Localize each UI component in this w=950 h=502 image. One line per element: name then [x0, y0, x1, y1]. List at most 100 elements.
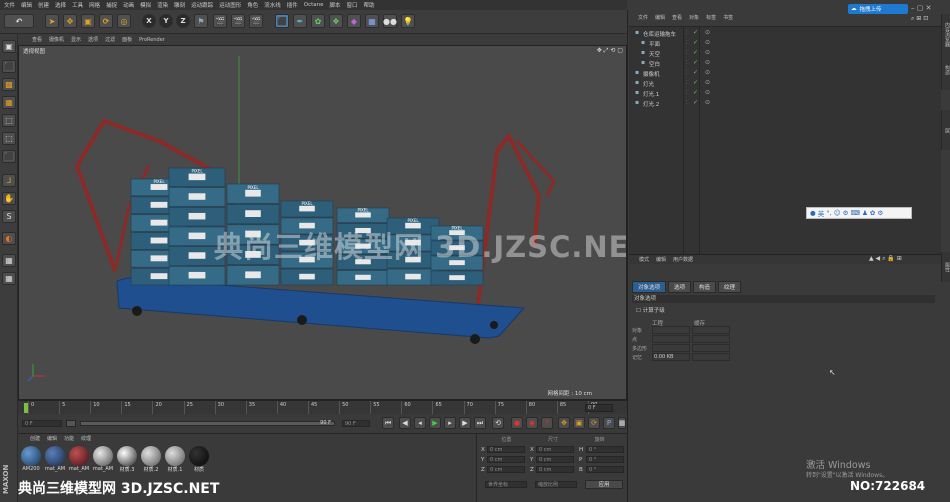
record-key-button[interactable]: ● — [511, 417, 523, 429]
toolbox-icon[interactable]: ⚙ — [877, 209, 883, 217]
param-key-button[interactable]: P — [603, 417, 615, 429]
material-swatch[interactable]: mat_AM — [44, 446, 66, 478]
skin-icon[interactable]: ✿ — [870, 209, 875, 217]
material-menu-item[interactable]: 功能 — [64, 435, 74, 443]
ime-toolbar[interactable]: ● 英 °, ☺ ⚙ ⌨ ♟ ✿ ⚙ — [806, 207, 912, 219]
side-tab[interactable]: 内容浏览器 — [941, 14, 950, 54]
material-ball[interactable] — [117, 446, 137, 466]
object-menu-item[interactable]: 编辑 — [655, 14, 665, 22]
rotate-tool-button[interactable]: ⟳ — [99, 14, 113, 28]
coord-rot-field[interactable]: 0 ° — [586, 466, 624, 473]
coord-rot-field[interactable]: 0 ° — [586, 446, 624, 453]
menu-item[interactable]: 插件 — [287, 1, 298, 9]
object-menu-item[interactable]: 对象 — [689, 14, 699, 22]
deformer-button[interactable]: ◆ — [347, 14, 361, 28]
attributes-nav[interactable]: ▲ ◀ ⌕ 🔒 ⊞ — [869, 255, 902, 263]
tag-icon[interactable]: ⊙ — [705, 89, 710, 96]
floor-button[interactable]: ▦ — [365, 14, 379, 28]
settings-icon[interactable]: ⚙ — [843, 209, 849, 217]
material-ball[interactable] — [69, 446, 89, 466]
attributes-tab[interactable]: 纹理 — [718, 281, 742, 293]
visibility-dots[interactable]: ⁚ — [686, 100, 688, 106]
menu-item[interactable]: 窗口 — [347, 1, 358, 9]
move-key-button[interactable]: ✥ — [558, 417, 570, 429]
light-button[interactable]: 💡 — [401, 14, 415, 28]
make-editable-button[interactable]: ▣ — [2, 40, 16, 53]
upload-button[interactable]: ☁ 拖拽上传 — [848, 4, 908, 14]
object-name[interactable]: 平面 — [649, 40, 660, 48]
tag-icon[interactable]: ⊙ — [705, 69, 710, 76]
timeline-end-field[interactable]: 0 F — [585, 404, 613, 412]
viewport-menu-item[interactable]: 显示 — [71, 36, 81, 43]
workplane-grid-button[interactable]: ▦ — [2, 254, 16, 267]
menu-item[interactable]: 创建 — [38, 1, 49, 9]
viewport-menu-item[interactable]: ProRender — [139, 37, 165, 43]
menu-item[interactable]: 帮助 — [364, 1, 375, 9]
menu-item[interactable]: 流水线 — [264, 1, 281, 9]
arrow-up-icon[interactable]: ▲ — [869, 255, 874, 262]
autokey-button[interactable]: ◉ — [526, 417, 538, 429]
enable-check-icon[interactable]: ✓ — [693, 89, 698, 96]
undo-button[interactable]: ↶ — [4, 14, 34, 28]
pla-key-button[interactable]: ▦ — [618, 417, 626, 429]
visibility-dots[interactable]: ⁚ — [686, 80, 688, 86]
x-axis-button[interactable]: X — [142, 14, 156, 28]
attributes-menu-item[interactable]: 模式 — [639, 256, 649, 263]
viewport-perspective[interactable]: 透视视图 ✥ ⤢ ⟲ ▢ PIXEL PIXEL PIXEL PIXEL PIXEL PI… — [18, 45, 627, 400]
material-ball[interactable] — [189, 446, 209, 466]
close-icon[interactable]: ✕ — [926, 4, 932, 12]
enable-check-icon[interactable]: ✓ — [693, 39, 698, 46]
viewport-menu-item[interactable]: 选项 — [88, 36, 98, 43]
prev-frame-button[interactable]: ◂ — [414, 417, 426, 429]
menu-item[interactable]: Octane — [304, 2, 324, 8]
menu-item[interactable]: 角色 — [247, 1, 258, 9]
lock-workplane-button[interactable]: ▦ — [2, 272, 16, 285]
attributes-tab[interactable]: 选项 — [668, 281, 692, 293]
menu-item[interactable]: 网格 — [89, 1, 100, 9]
coord-size-field[interactable]: 0 cm — [536, 466, 574, 473]
object-name[interactable]: 灯光.2 — [643, 100, 659, 108]
object-name[interactable]: 天空 — [649, 50, 660, 58]
camera-button[interactable]: ●● — [383, 14, 397, 28]
y-axis-button[interactable]: Y — [159, 14, 173, 28]
object-menu-item[interactable]: 查看 — [672, 14, 682, 22]
material-swatch[interactable]: 材质.1 — [164, 446, 186, 478]
material-menu-item[interactable]: 创建 — [30, 435, 40, 443]
visibility-dots[interactable]: ⁚ — [686, 60, 688, 66]
menu-item[interactable]: 编辑 — [21, 1, 32, 9]
subdivision-button[interactable]: ✿ — [311, 14, 325, 28]
material-swatch[interactable]: 材质.2 — [140, 446, 162, 478]
scale-key-button[interactable]: ▣ — [573, 417, 585, 429]
visibility-dots[interactable]: ⁚ — [686, 70, 688, 76]
search-icon[interactable]: ⌕ — [882, 255, 885, 262]
maximize-icon[interactable]: ▢ — [917, 4, 924, 12]
window-controls[interactable]: – ▢ ✕ — [911, 4, 931, 12]
visibility-dots[interactable]: ⁚ — [686, 90, 688, 96]
object-row[interactable]: ▪ 空白 ⁚ ✓ ⊙ — [629, 59, 941, 69]
user-icon[interactable]: ♟ — [862, 209, 868, 217]
current-frame-field[interactable]: 0 F — [22, 420, 62, 427]
prev-key-button[interactable]: ◀ — [399, 417, 411, 429]
menu-item[interactable]: 文件 — [4, 1, 15, 9]
tag-icon[interactable]: ⊙ — [705, 49, 710, 56]
coord-size-field[interactable]: 0 cm — [536, 446, 574, 453]
material-menu-item[interactable]: 编辑 — [47, 435, 57, 443]
material-swatch[interactable]: mat_AM — [92, 446, 114, 478]
apply-button[interactable]: 应用 — [585, 480, 623, 489]
material-swatch[interactable]: AM200 — [20, 446, 42, 478]
object-menu-item[interactable]: 书签 — [723, 14, 733, 22]
render-settings-button[interactable]: 🎬 — [249, 14, 263, 28]
filter-icon[interactable]: ⊞ — [916, 15, 921, 22]
visibility-dots[interactable]: ⁚ — [686, 30, 688, 36]
loop-button[interactable]: ⟲ — [492, 417, 504, 429]
viewport-menu-item[interactable]: 查看 — [32, 36, 42, 43]
object-menu-item[interactable]: 文件 — [638, 14, 648, 22]
current-frame-spinner[interactable] — [66, 420, 76, 427]
back-icon[interactable]: ◀ — [876, 255, 881, 262]
model-mode-button[interactable]: ⬛ — [2, 60, 16, 73]
tag-icon[interactable]: ⊙ — [705, 59, 710, 66]
texture-mode-button[interactable]: ▩ — [2, 78, 16, 91]
z-axis-button[interactable]: Z — [176, 14, 190, 28]
tag-icon[interactable]: ⊙ — [705, 79, 710, 86]
goto-start-button[interactable]: ⏮ — [382, 417, 394, 429]
